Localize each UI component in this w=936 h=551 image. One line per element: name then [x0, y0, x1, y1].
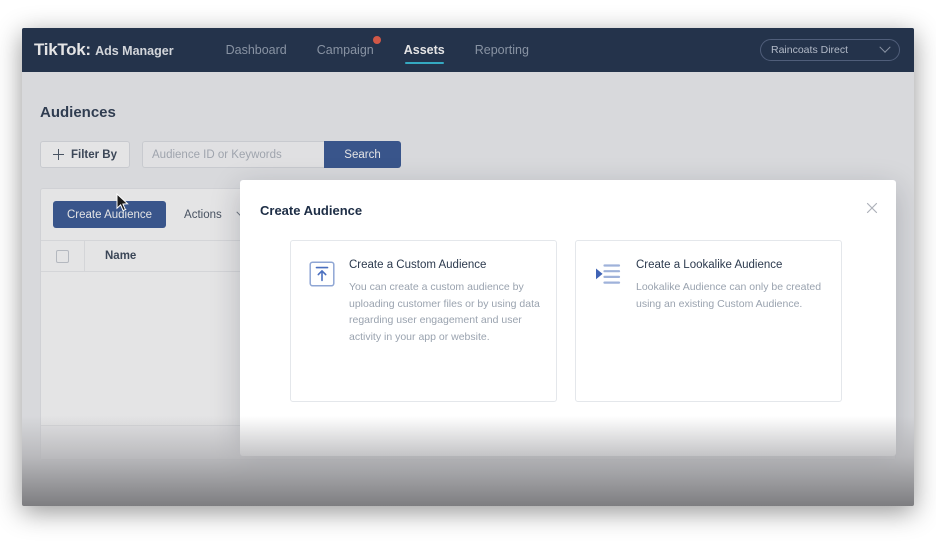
lookalike-list-icon — [594, 261, 622, 401]
nav-item-campaign[interactable]: Campaign — [317, 28, 374, 72]
audience-type-options: Create a Custom Audience You can create … — [290, 240, 842, 402]
create-lookalike-audience-option[interactable]: Create a Lookalike Audience Lookalike Au… — [575, 240, 842, 402]
custom-audience-text: Create a Custom Audience You can create … — [349, 259, 540, 401]
filter-by-label: Filter By — [71, 149, 117, 161]
search-toolbar: Filter By Search — [40, 141, 401, 168]
nav-item-reporting[interactable]: Reporting — [475, 28, 529, 72]
search-input[interactable] — [142, 141, 324, 168]
nav-item-campaign-label: Campaign — [317, 43, 374, 57]
table-action-bar: Create Audience Actions — [53, 201, 252, 228]
select-all-checkbox[interactable] — [56, 250, 69, 263]
nav-item-reporting-label: Reporting — [475, 43, 529, 57]
filter-by-button[interactable]: Filter By — [40, 141, 130, 168]
custom-audience-description: You can create a custom audience by uplo… — [349, 279, 540, 345]
nav-links: Dashboard Campaign Assets Reporting — [226, 28, 529, 72]
account-selector[interactable]: Raincoats Direct — [760, 39, 900, 61]
table-header-name: Name — [85, 250, 136, 262]
lookalike-audience-description: Lookalike Audience can only be created u… — [636, 279, 825, 312]
plus-icon — [53, 149, 64, 160]
upload-box-icon — [309, 261, 335, 401]
screenshot-frame: TikTok : Ads Manager Dashboard Campaign … — [0, 0, 936, 551]
lookalike-audience-title: Create a Lookalike Audience — [636, 259, 825, 271]
create-audience-modal: Create Audience — [240, 180, 896, 456]
brand-colon: : — [85, 40, 91, 60]
page-title: Audiences — [40, 104, 116, 121]
search-group: Search — [142, 141, 401, 168]
notification-badge-icon — [373, 36, 381, 44]
nav-item-dashboard[interactable]: Dashboard — [226, 28, 287, 72]
search-button[interactable]: Search — [324, 141, 401, 168]
table-header-checkbox-cell — [41, 240, 85, 272]
actions-dropdown-label: Actions — [184, 209, 222, 221]
nav-item-assets[interactable]: Assets — [404, 28, 445, 72]
brand-logo[interactable]: TikTok : Ads Manager — [34, 40, 174, 60]
nav-item-dashboard-label: Dashboard — [226, 43, 287, 57]
browser-viewport: TikTok : Ads Manager Dashboard Campaign … — [22, 28, 914, 506]
nav-item-assets-label: Assets — [404, 43, 445, 57]
chevron-down-icon — [879, 42, 890, 53]
close-icon[interactable] — [863, 199, 881, 217]
account-name-label: Raincoats Direct — [771, 44, 848, 56]
lookalike-audience-text: Create a Lookalike Audience Lookalike Au… — [636, 259, 825, 401]
brand-tiktok-text: TikTok — [34, 40, 85, 60]
create-custom-audience-option[interactable]: Create a Custom Audience You can create … — [290, 240, 557, 402]
create-audience-button[interactable]: Create Audience — [53, 201, 166, 228]
modal-title: Create Audience — [260, 203, 362, 218]
brand-product-text: Ads Manager — [95, 44, 174, 58]
custom-audience-title: Create a Custom Audience — [349, 259, 540, 271]
top-navbar: TikTok : Ads Manager Dashboard Campaign … — [22, 28, 914, 72]
active-tab-underline — [405, 62, 444, 64]
